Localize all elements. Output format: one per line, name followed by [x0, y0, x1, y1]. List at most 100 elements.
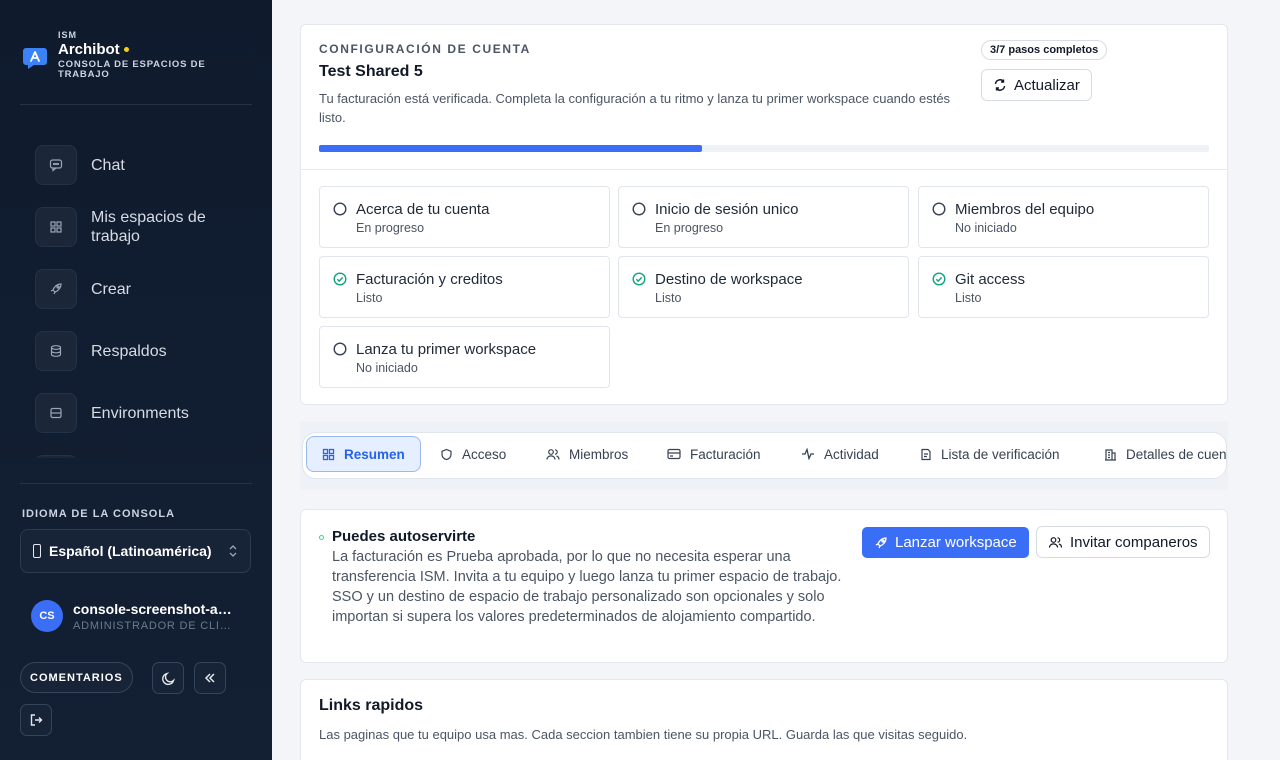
sidebar-item-workspaces[interactable]: Mis espacios de trabajo — [35, 196, 255, 258]
sidebar-nav: Chat Mis espacios de trabajo Crear Respa… — [35, 134, 255, 458]
language-select[interactable]: Español (Latinoamérica) — [20, 529, 251, 573]
setup-step[interactable]: Facturación y creditos Listo — [319, 256, 610, 318]
sidebar-item-label: Chat — [91, 156, 125, 174]
divider — [301, 169, 1227, 170]
sidebar-item-environments[interactable]: Environments — [35, 382, 255, 444]
account-setup-card: CONFIGURACIÓN DE CUENTA Test Shared 5 Tu… — [300, 24, 1228, 405]
sidebar-item-more[interactable] — [35, 444, 255, 458]
sidebar-item-chat[interactable]: Chat — [35, 134, 255, 196]
check-circle-icon — [932, 272, 946, 286]
sidebar-item-create[interactable]: Crear — [35, 258, 255, 320]
phone-icon — [33, 544, 41, 558]
tab-label: Resumen — [344, 446, 405, 462]
step-title: Git access — [955, 271, 1026, 288]
brand[interactable]: ISM Archibot CONSOLA DE ESPACIOS DE TRAB… — [22, 30, 228, 80]
tab-label: Actividad — [824, 446, 879, 462]
chevron-updown-icon — [229, 545, 237, 557]
setup-progress-bar — [319, 145, 1209, 152]
step-status: No iniciado — [955, 221, 1017, 235]
brand-name: Archibot — [58, 41, 120, 58]
step-title: Destino de workspace — [655, 271, 803, 288]
account-title: Test Shared 5 — [319, 63, 423, 80]
step-title: Lanza tu primer workspace — [356, 341, 537, 358]
step-title: Acerca de tu cuenta — [356, 201, 490, 218]
grid-icon — [322, 448, 335, 460]
sidebar: ISM Archibot CONSOLA DE ESPACIOS DE TRAB… — [0, 0, 272, 760]
users-icon — [1048, 536, 1063, 548]
tab-miembros[interactable]: Miembros — [531, 436, 643, 472]
logout-button[interactable] — [20, 704, 52, 736]
divider — [20, 104, 252, 105]
step-title: Inicio de sesión unico — [655, 201, 799, 218]
user-role: ADMINISTRADOR DE CLIENTE — [73, 619, 238, 632]
step-title: Miembros del equipo — [955, 201, 1095, 218]
quick-links-title: Links rapidos — [319, 697, 424, 714]
setup-step[interactable]: Inicio de sesión unico En progreso — [618, 186, 909, 248]
building-icon — [1105, 448, 1116, 461]
step-status: En progreso — [356, 221, 425, 235]
brand-org: ISM — [58, 30, 78, 40]
circle-icon — [632, 202, 646, 216]
tab-label: Miembros — [569, 446, 629, 462]
sidebar-item-label: Mis espacios de trabajo — [91, 209, 206, 245]
launch-label: Lanzar workspace — [895, 534, 1017, 551]
circle-icon — [333, 202, 347, 216]
launch-workspace-button[interactable]: Lanzar workspace — [862, 527, 1029, 558]
grid-icon — [35, 207, 77, 247]
moon-icon — [161, 671, 175, 685]
tab-acceso[interactable]: Acceso — [425, 436, 521, 472]
tab-detalles-cuenta[interactable]: Detalles de cuenta — [1089, 436, 1227, 472]
chat-icon — [35, 145, 77, 185]
setup-step[interactable]: Git access Listo — [918, 256, 1209, 318]
step-status: Listo — [655, 291, 682, 305]
setup-step[interactable]: Acerca de tu cuenta En progreso — [319, 186, 610, 248]
tab-bar-container: Resumen Acceso Miembros Facturación Acti… — [300, 421, 1228, 490]
tab-facturacion[interactable]: Facturación — [652, 436, 776, 472]
sidebar-item-label: Environments — [91, 404, 189, 422]
tab-resumen[interactable]: Resumen — [306, 436, 421, 472]
step-status: En progreso — [655, 221, 724, 235]
tab-lista-verificacion[interactable]: Lista de verificación — [905, 436, 1075, 472]
checklist-icon — [921, 448, 931, 460]
tab-label: Lista de verificación — [941, 446, 1060, 462]
shield-icon — [441, 448, 452, 460]
language-value: Español (Latinoamérica) — [49, 543, 212, 559]
setup-progress-fill — [319, 145, 702, 152]
tab-label: Facturación — [690, 446, 761, 462]
user-profile[interactable]: CS console-screenshot-admin ADMINISTRADO… — [31, 600, 241, 632]
quick-links-description: Las paginas que tu equipo usa mas. Cada … — [319, 727, 968, 742]
avatar: CS — [31, 600, 63, 632]
setup-eyebrow: CONFIGURACIÓN DE CUENTA — [319, 42, 531, 56]
archibot-logo-icon — [23, 48, 47, 69]
feedback-button[interactable]: COMENTARIOS — [20, 662, 133, 693]
tab-label: Detalles de cuenta — [1126, 446, 1227, 462]
quick-links-card: Links rapidos Las paginas que tu equipo … — [300, 679, 1228, 760]
sidebar-item-label: Crear — [91, 280, 132, 298]
status-dot — [123, 47, 129, 52]
rocket-icon — [35, 269, 77, 309]
step-status: Listo — [356, 291, 383, 305]
refresh-button[interactable]: Actualizar — [981, 69, 1092, 101]
database-icon — [35, 331, 77, 371]
users-icon — [546, 448, 560, 460]
invite-teammates-button[interactable]: Invitar companeros — [1036, 526, 1210, 558]
setup-step[interactable]: Lanza tu primer workspace No iniciado — [319, 326, 610, 388]
step-status: No iniciado — [356, 361, 418, 375]
logout-icon — [30, 714, 43, 726]
theme-toggle-button[interactable] — [152, 662, 184, 694]
sidebar-item-backups[interactable]: Respaldos — [35, 320, 255, 382]
language-title: IDIOMA DE LA CONSOLA — [22, 508, 176, 520]
self-serve-card: Puedes autoservirte La facturación es Pr… — [300, 509, 1228, 663]
divider — [20, 483, 252, 484]
status-dot-icon — [319, 535, 324, 540]
self-serve-description: La facturación es Prueba aprobada, por l… — [332, 549, 842, 625]
tab-label: Acceso — [462, 446, 507, 462]
collapse-sidebar-button[interactable] — [194, 662, 226, 694]
refresh-icon — [994, 79, 1006, 91]
setup-step[interactable]: Destino de workspace Listo — [618, 256, 909, 318]
check-circle-icon — [333, 272, 347, 286]
card-icon — [667, 448, 681, 460]
check-circle-icon — [632, 272, 646, 286]
setup-step[interactable]: Miembros del equipo No iniciado — [918, 186, 1209, 248]
tab-actividad[interactable]: Actividad — [786, 436, 894, 472]
